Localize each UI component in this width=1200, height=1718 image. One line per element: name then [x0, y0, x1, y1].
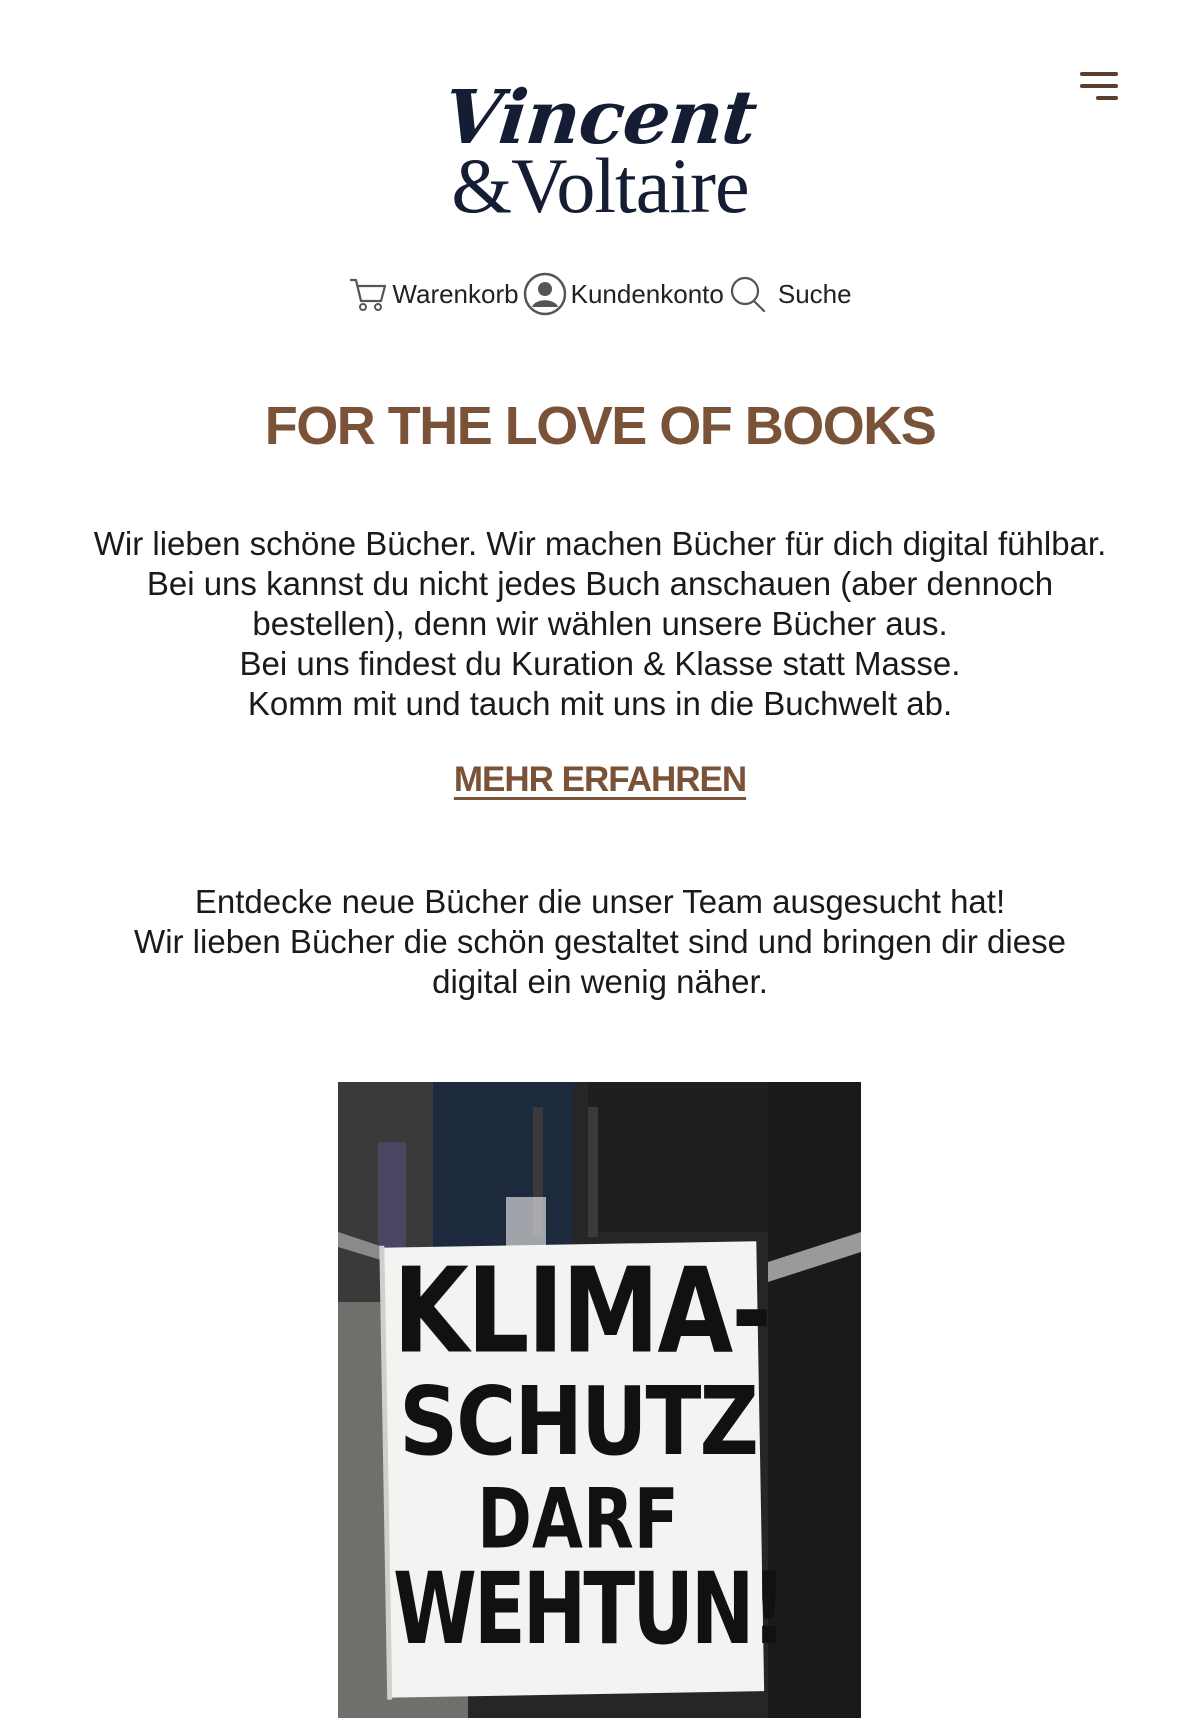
- discover-line-2: Wir lieben Bücher die schön gestaltet si…: [134, 923, 1066, 1000]
- search-icon: [730, 276, 765, 313]
- cta-wrapper: MEHR ERFAHREN: [0, 760, 1200, 800]
- cart-icon: [350, 278, 387, 311]
- logo-line-1: Vincent: [439, 75, 761, 161]
- search-label: Suche: [777, 278, 852, 309]
- discover-line-1: Entdecke neue Bücher die unser Team ausg…: [194, 883, 1006, 920]
- sign-line-4: WEHTUN!: [393, 1550, 786, 1667]
- intro-text: Wir lieben schöne Bücher. Wir machen Büc…: [90, 524, 1110, 724]
- account-label: Kundenkonto: [570, 278, 724, 309]
- search-link[interactable]: Suche: [728, 274, 852, 314]
- intro-paragraph: Wir lieben schöne Bücher. Wir machen Büc…: [93, 525, 1107, 642]
- hamburger-menu-icon[interactable]: [1078, 72, 1118, 102]
- intro-line-invite: Komm mit und tauch mit uns in die Buchwe…: [247, 685, 953, 722]
- header-nav: Warenkorb Kundenkonto Suche: [0, 272, 1200, 316]
- cart-label: Warenkorb: [392, 278, 519, 309]
- account-link[interactable]: Kundenkonto: [523, 272, 724, 316]
- site-logo[interactable]: Vincent &Voltaire: [430, 75, 770, 248]
- intro-line-curation: Bei uns findest du Kuration & Klasse sta…: [239, 645, 961, 682]
- sign-text: KLIMA- SCHUTZ DARF WEHTUN!: [393, 1246, 786, 1666]
- discover-text: Entdecke neue Bücher die unser Team ausg…: [90, 882, 1110, 1002]
- page-headline: FOR THE LOVE OF BOOKS: [264, 396, 937, 456]
- more-info-link[interactable]: MEHR ERFAHREN: [454, 760, 747, 799]
- cart-link[interactable]: Warenkorb: [348, 275, 519, 313]
- user-icon: [523, 272, 566, 316]
- book-cover-image[interactable]: KLIMA- SCHUTZ DARF WEHTUN!: [338, 1082, 861, 1718]
